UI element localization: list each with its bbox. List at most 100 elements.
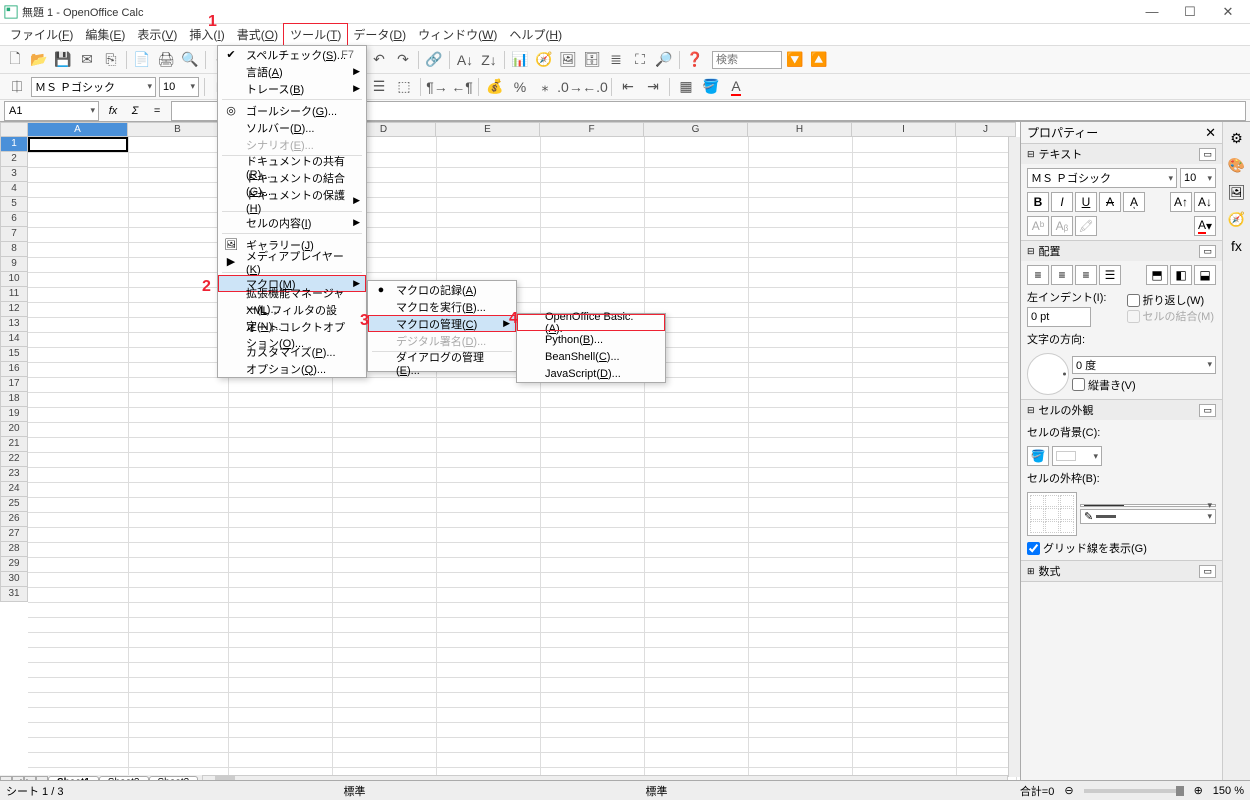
col-header-F[interactable]: F [540,122,644,137]
sb-vmid-icon[interactable]: ◧ [1170,265,1192,285]
sb-italic-icon[interactable]: I [1051,192,1073,212]
row-header-16[interactable]: 16 [0,362,28,377]
tools-menu-item-10[interactable]: ドキュメントの保護(H)▶ [218,192,366,209]
search-input[interactable] [712,51,782,69]
row-header-9[interactable]: 9 [0,257,28,272]
percent-icon[interactable]: % [509,76,531,98]
close-button[interactable]: ✕ [1210,2,1246,22]
sum-icon[interactable]: Σ [125,102,145,120]
sb-vbot-icon[interactable]: ⬓ [1194,265,1216,285]
menu-file[interactable]: ファイル(F) [4,24,79,45]
sb-hcenter-icon[interactable]: ≡ [1051,265,1073,285]
row-header-27[interactable]: 27 [0,527,28,542]
row-header-1[interactable]: 1 [0,137,28,152]
del-decimal-icon[interactable]: ←.0 [584,76,606,98]
row-header-29[interactable]: 29 [0,557,28,572]
row-header-31[interactable]: 31 [0,587,28,602]
new-icon[interactable]: 🗋 [4,49,26,71]
styles-icon[interactable]: ⎅ [6,76,28,98]
currency-icon[interactable]: 💰 [484,76,506,98]
open-icon[interactable]: 📂 [28,49,50,71]
row-header-30[interactable]: 30 [0,572,28,587]
row-header-15[interactable]: 15 [0,347,28,362]
merge-icon[interactable]: ⬚ [393,76,415,98]
sb-hleft-icon[interactable]: ≡ [1027,265,1049,285]
select-all-corner[interactable] [0,122,28,137]
sidebar-fontsize-select[interactable]: 10 [1180,168,1216,188]
section-appearance[interactable]: ⊟セルの外観▭ [1021,400,1222,420]
zoom-slider[interactable] [1084,789,1184,793]
pdf-icon[interactable]: 📄 [131,49,153,71]
sb-super-icon[interactable]: Aᵇ [1027,216,1049,236]
row-header-20[interactable]: 20 [0,422,28,437]
tools-menu-item-20[interactable]: オートコレクトオプション(O)... [218,326,366,343]
col-header-B[interactable]: B [128,122,228,137]
row-header-26[interactable]: 26 [0,512,28,527]
macro-menu-item-5[interactable]: ダイアログの管理(E)... [368,354,516,371]
fullscreen-icon[interactable]: ⛶ [629,49,651,71]
decrease-indent-icon[interactable]: ⇤ [617,76,639,98]
section-formula[interactable]: ⊞数式▭ [1021,561,1222,581]
fontcolor-icon[interactable]: A [725,76,747,98]
row-header-18[interactable]: 18 [0,392,28,407]
redo-icon[interactable]: ↷ [392,49,414,71]
col-header-G[interactable]: G [644,122,748,137]
row-header-4[interactable]: 4 [0,182,28,197]
print-icon[interactable]: 🖨 [155,49,177,71]
sidetab-functions-icon[interactable]: fx [1225,234,1249,258]
mail-icon[interactable]: ✉ [76,49,98,71]
save-icon[interactable]: 💾 [52,49,74,71]
col-header-E[interactable]: E [436,122,540,137]
row-header-5[interactable]: 5 [0,197,28,212]
sidetab-styles-icon[interactable]: 🎨 [1225,153,1249,177]
sb-hright-icon[interactable]: ≡ [1075,265,1097,285]
font-name-select[interactable]: ＭＳ Ｐゴシック [31,77,156,97]
ltr-icon[interactable]: ¶→ [426,76,448,98]
indent-spinner[interactable]: 0 pt [1027,307,1091,327]
row-header-14[interactable]: 14 [0,332,28,347]
bg-color-select[interactable] [1052,446,1102,466]
borders-icon[interactable]: ▦ [675,76,697,98]
col-header-I[interactable]: I [852,122,956,137]
add-decimal-icon[interactable]: .0→ [559,76,581,98]
row-header-24[interactable]: 24 [0,482,28,497]
fx-wizard-icon[interactable]: fx [103,102,123,120]
vertical-checkbox[interactable]: 縦書き(V) [1072,377,1216,393]
tools-menu-item-5[interactable]: ソルバー(D)... [218,119,366,136]
gridlines-checkbox[interactable]: グリッド線を表示(G) [1027,540,1216,556]
tools-menu-item-12[interactable]: セルの内容(I)▶ [218,214,366,231]
minimize-button[interactable]: ― [1134,2,1170,22]
bg-color-icon[interactable]: 🪣 [1027,446,1049,466]
merge-checkbox[interactable]: セルの結合(M) [1127,308,1217,324]
sb-strike-icon[interactable]: A [1099,192,1121,212]
row-header-19[interactable]: 19 [0,407,28,422]
sb-hjust-icon[interactable]: ☰ [1099,265,1121,285]
row-header-2[interactable]: 2 [0,152,28,167]
align-justify-icon[interactable]: ☰ [368,76,390,98]
sb-grow-icon[interactable]: A↑ [1170,192,1192,212]
row-header-21[interactable]: 21 [0,437,28,452]
manage-menu-item-0[interactable]: OpenOffice Basic.(A). [517,314,665,331]
border-color-select[interactable]: ✎ [1080,509,1216,524]
chart-icon[interactable]: 📊 [509,49,531,71]
tools-menu-item-22[interactable]: オプション(Q)... [218,360,366,377]
angle-select[interactable]: 0 度 [1072,356,1216,374]
menu-window[interactable]: ウィンドウ(W) [412,24,503,45]
row-header-8[interactable]: 8 [0,242,28,257]
equals-icon[interactable]: = [147,102,167,120]
row-header-28[interactable]: 28 [0,542,28,557]
manage-menu-item-2[interactable]: BeanShell(C)... [517,348,665,365]
manage-menu-item-3[interactable]: JavaScript(D)... [517,365,665,382]
section-text[interactable]: ⊟テキスト▭ [1021,144,1222,164]
find-prev-icon[interactable]: 🔼 [808,49,830,71]
sort-desc-icon[interactable]: Z↓ [478,49,500,71]
zoom-out-icon[interactable]: ⊖ [1064,784,1073,797]
name-box[interactable]: A1 [4,101,99,121]
macro-menu-item-2[interactable]: マクロの管理(C)▶ [368,315,516,332]
macro-menu-item-1[interactable]: マクロを実行(B)... [368,298,516,315]
row-header-13[interactable]: 13 [0,317,28,332]
border-style-select[interactable] [1080,504,1216,507]
sb-underline-icon[interactable]: U [1075,192,1097,212]
wrap-checkbox[interactable]: 折り返し(W) [1127,292,1217,308]
macro-menu-item-0[interactable]: ●マクロの記録(A) [368,281,516,298]
